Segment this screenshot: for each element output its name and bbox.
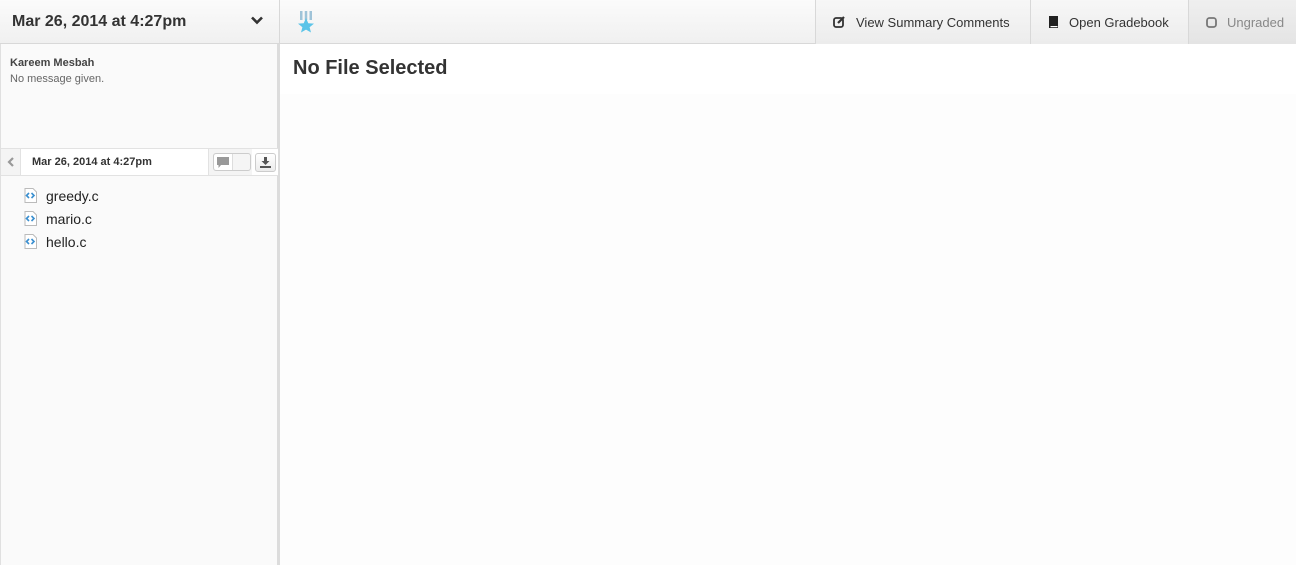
ungraded-label: Ungraded — [1227, 14, 1285, 30]
comments-toggle-area — [208, 149, 252, 175]
ungraded-status-button[interactable]: Ungraded — [1188, 0, 1296, 44]
open-gradebook-button[interactable]: Open Gradebook — [1030, 0, 1188, 44]
commit-info: Kareem Mesbah No message given. — [1, 44, 278, 149]
commit-message: No message given. — [10, 73, 105, 85]
view-summary-comments-label: View Summary Comments — [856, 14, 1010, 30]
checkbox-empty-icon — [1206, 16, 1217, 28]
file-viewer: No File Selected — [280, 44, 1296, 565]
file-name: hello.c — [46, 233, 87, 250]
subbar-date: Mar 26, 2014 at 4:27pm — [32, 156, 152, 168]
file-name: mario.c — [46, 210, 92, 227]
file-name: greedy.c — [46, 187, 99, 204]
file-item-mario[interactable]: mario.c — [23, 207, 99, 230]
file-list: greedy.c mario.c hello.c — [23, 184, 99, 253]
commit-author: Kareem Mesbah — [10, 57, 95, 69]
comment-icon — [214, 154, 233, 170]
submission-date-select[interactable]: Mar 26, 2014 at 4:27pm — [0, 0, 280, 44]
download-icon — [260, 157, 271, 168]
top-bar: Mar 26, 2014 at 4:27pm View Summary Comm… — [0, 0, 1296, 44]
open-gradebook-label: Open Gradebook — [1069, 14, 1169, 30]
sidebar: Kareem Mesbah No message given. Mar 26, … — [0, 44, 280, 565]
view-summary-comments-button[interactable]: View Summary Comments — [815, 0, 1030, 44]
download-button[interactable] — [255, 153, 276, 172]
comments-toggle[interactable] — [213, 153, 251, 171]
code-file-icon — [24, 211, 37, 226]
chevron-down-icon — [251, 16, 263, 25]
code-file-icon — [24, 234, 37, 249]
code-file-icon — [24, 188, 37, 203]
medal-star-icon[interactable] — [296, 11, 316, 33]
chevron-left-icon — [7, 157, 14, 167]
file-item-hello[interactable]: hello.c — [23, 230, 99, 253]
file-item-greedy[interactable]: greedy.c — [23, 184, 99, 207]
page-title: No File Selected — [293, 57, 448, 79]
book-icon — [1049, 15, 1059, 29]
submission-date-label: Mar 26, 2014 at 4:27pm — [12, 13, 187, 30]
previous-submission-button[interactable] — [1, 149, 21, 175]
edit-icon — [833, 15, 846, 29]
submission-subbar: Mar 26, 2014 at 4:27pm — [1, 149, 278, 176]
